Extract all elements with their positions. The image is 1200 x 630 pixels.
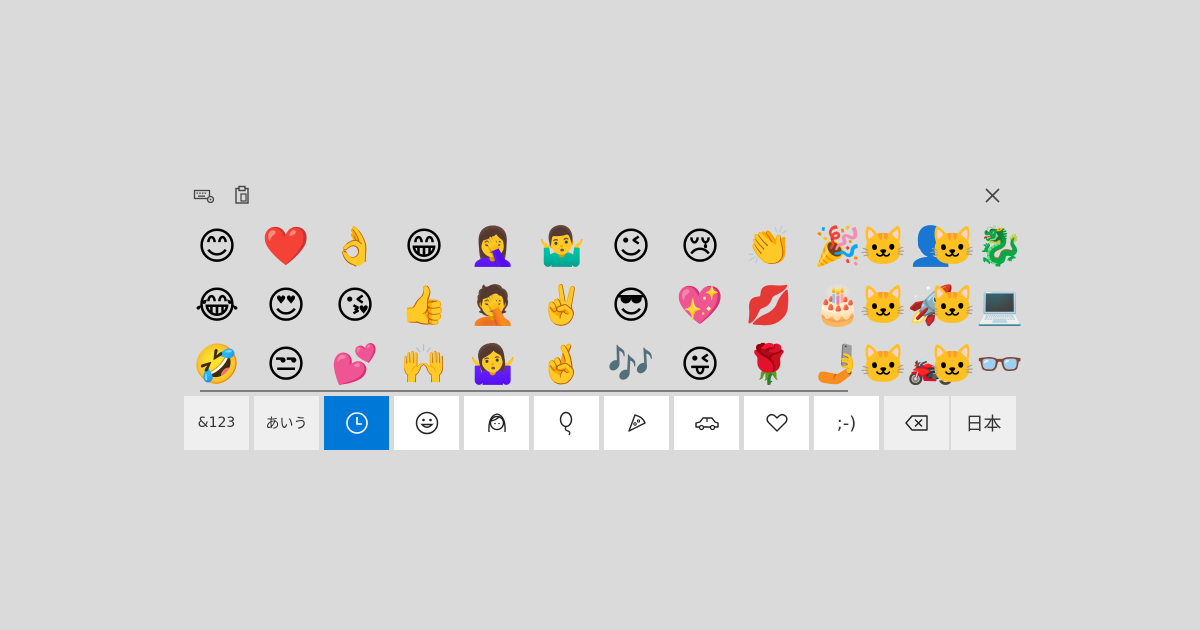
emoji-panel-toolbar — [184, 178, 1016, 212]
keyboard-settings-icon[interactable] — [192, 184, 216, 206]
pizza-icon — [624, 410, 650, 436]
category-smileys-button[interactable] — [394, 396, 459, 450]
emoji-tile[interactable]: 🐱‍👤 — [860, 221, 955, 271]
emoji-tile[interactable]: 😒 — [261, 339, 311, 389]
category-kana-label: あいう — [265, 416, 308, 432]
emoji-tile[interactable]: 👌 — [330, 221, 380, 271]
emoji-tile[interactable]: 😁 — [399, 221, 449, 271]
emoji-tile[interactable]: 💕 — [330, 339, 380, 389]
category-celebrations-button[interactable] — [534, 396, 599, 450]
category-food-button[interactable] — [604, 396, 669, 450]
backspace-icon — [903, 411, 931, 435]
category-kaomoji-button[interactable]: ;-) — [814, 396, 879, 450]
emoji-tile[interactable]: 👍 — [399, 280, 449, 330]
category-kaomoji-label: ;-) — [836, 412, 857, 434]
emoji-tile[interactable]: 😜 — [675, 339, 725, 389]
emoji-tile[interactable]: 🤞 — [537, 339, 587, 389]
emoji-tile[interactable]: 🎂 — [813, 280, 863, 330]
emoji-tile[interactable]: 💋 — [744, 280, 794, 330]
emoji-tile[interactable]: 🎶 — [606, 339, 656, 389]
category-symbols-label: &123 — [197, 415, 236, 431]
scroll-indicator[interactable] — [200, 390, 848, 392]
clock-icon — [344, 410, 370, 436]
category-symbols-heart-button[interactable] — [744, 396, 809, 450]
emoji-tile[interactable]: 🤷‍♂️ — [537, 221, 587, 271]
clipboard-icon[interactable] — [230, 184, 254, 206]
person-icon — [484, 410, 510, 436]
emoji-panel: 😊 ❤️ 👌 😁 🤦‍♀️ 🤷‍♂️ 😉 😢 👏 🎉 🐱‍👤 🐱‍🐉 😂 😍 😘 👍 🤦 ✌️ 😎 💖 💋 🎂 🐱‍🚀 🐱‍💻… — [184, 178, 1024, 450]
category-symbols-button[interactable]: &123 — [184, 396, 249, 450]
emoji-tile[interactable]: 🤦 — [468, 280, 518, 330]
emoji-tile[interactable]: 😊 — [192, 221, 242, 271]
emoji-tile[interactable]: 🐱‍👓 — [929, 339, 1024, 389]
emoji-tile[interactable]: 🐱‍🐉 — [929, 221, 1024, 271]
language-switch-button[interactable]: 日本 — [951, 396, 1016, 450]
balloon-icon — [554, 410, 580, 436]
emoji-tile[interactable]: 🤳 — [813, 339, 863, 389]
emoji-tile[interactable]: 🤷‍♀️ — [468, 339, 518, 389]
emoji-tile[interactable]: 👏 — [744, 221, 794, 271]
emoji-tile[interactable]: 🤦‍♀️ — [468, 221, 518, 271]
emoji-tile[interactable]: 🐱‍🏍 — [860, 339, 955, 389]
car-icon — [693, 410, 721, 436]
emoji-tile[interactable]: 😢 — [675, 221, 725, 271]
emoji-tile[interactable]: ✌️ — [537, 280, 587, 330]
emoji-tile[interactable]: 🐱‍💻 — [929, 280, 1024, 330]
emoji-tile[interactable]: 🐱‍🚀 — [860, 280, 955, 330]
emoji-tile[interactable]: 😉 — [606, 221, 656, 271]
emoji-tile[interactable]: 😍 — [261, 280, 311, 330]
category-bar: &123 あいう ;-) 日本 — [184, 396, 1016, 450]
close-icon[interactable] — [980, 182, 1006, 208]
language-switch-label: 日本 — [965, 414, 1002, 435]
category-transport-button[interactable] — [674, 396, 739, 450]
category-people-button[interactable] — [464, 396, 529, 450]
backspace-button[interactable] — [884, 396, 949, 450]
emoji-tile[interactable]: 😂 — [192, 280, 242, 330]
emoji-tile[interactable]: 😘 — [330, 280, 380, 330]
smiley-icon — [414, 410, 440, 436]
emoji-tile[interactable]: 😎 — [606, 280, 656, 330]
emoji-tile[interactable]: 🤣 — [192, 339, 242, 389]
emoji-tile[interactable]: 🎉 — [813, 221, 863, 271]
heart-icon — [764, 410, 790, 436]
emoji-tile[interactable]: 🌹 — [744, 339, 794, 389]
category-kana-button[interactable]: あいう — [254, 396, 319, 450]
emoji-tile[interactable]: 💖 — [675, 280, 725, 330]
category-recent-button[interactable] — [324, 396, 389, 450]
emoji-grid: 😊 ❤️ 👌 😁 🤦‍♀️ 🤷‍♂️ 😉 😢 👏 🎉 🐱‍👤 🐱‍🐉 😂 😍 😘 👍 🤦 ✌️ 😎 💖 💋 🎂 🐱‍🚀 🐱‍💻… — [184, 218, 1024, 392]
emoji-tile[interactable]: 🙌 — [399, 339, 449, 389]
emoji-tile[interactable]: ❤️ — [261, 221, 311, 271]
